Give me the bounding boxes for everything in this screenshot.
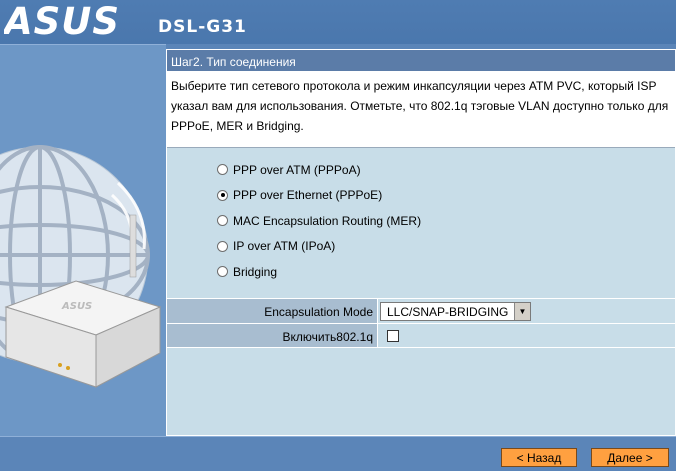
radio-pppoa[interactable] (217, 164, 228, 176)
vlan-label: Включить802.1q (167, 324, 378, 347)
option-label: Bridging (233, 264, 278, 279)
option-ipoa[interactable]: IP over ATM (IPoA) (167, 234, 675, 260)
encapsulation-label: Encapsulation Mode (167, 299, 378, 323)
option-pppoe[interactable]: PPP over Ethernet (PPPoE) (167, 183, 675, 209)
page-title: Шаг2. Тип соединения (167, 50, 675, 72)
svg-text:ASUS: ASUS (4, 4, 120, 38)
model-name: DSL-G31 (158, 17, 247, 37)
radio-bridging[interactable] (217, 266, 228, 278)
option-label: PPP over Ethernet (PPPoE) (233, 188, 383, 203)
option-pppoa[interactable]: PPP over ATM (PPPoA) (167, 157, 675, 183)
chevron-down-icon[interactable]: ▼ (514, 303, 530, 320)
connection-type-options: PPP over ATM (PPPoA) PPP over Ethernet (… (167, 148, 675, 298)
router-illustration: ASUS (0, 145, 162, 388)
radio-ipoa[interactable] (217, 240, 228, 252)
encapsulation-row: Encapsulation Mode LLC/SNAP-BRIDGING ▼ (167, 298, 675, 323)
wizard-panel: Шаг2. Тип соединения Выберите тип сетево… (166, 49, 676, 436)
footer-bar: < Назад Далее > (0, 436, 676, 471)
asus-logo: ASUS (4, 4, 120, 38)
encapsulation-select[interactable]: LLC/SNAP-BRIDGING ▼ (380, 302, 531, 321)
back-button[interactable]: < Назад (501, 448, 577, 467)
description-text: Выберите тип сетевого протокола и режим … (167, 72, 675, 148)
vlan-row: Включить802.1q (167, 323, 675, 348)
option-bridging[interactable]: Bridging (167, 259, 675, 285)
option-mer[interactable]: MAC Encapsulation Routing (MER) (167, 208, 675, 234)
svg-text:ASUS: ASUS (61, 301, 92, 312)
radio-pppoe[interactable] (217, 189, 228, 201)
radio-mer[interactable] (217, 215, 228, 227)
option-label: MAC Encapsulation Routing (MER) (233, 213, 422, 228)
encapsulation-value: LLC/SNAP-BRIDGING (387, 304, 509, 319)
next-button[interactable]: Далее > (591, 448, 669, 467)
header-bar: ASUS DSL-G31 (0, 0, 676, 44)
option-label: PPP over ATM (PPPoA) (233, 162, 361, 177)
vlan-checkbox[interactable] (387, 330, 399, 342)
option-label: IP over ATM (IPoA) (233, 239, 336, 254)
device-illustration-panel: ASUS (0, 44, 166, 436)
